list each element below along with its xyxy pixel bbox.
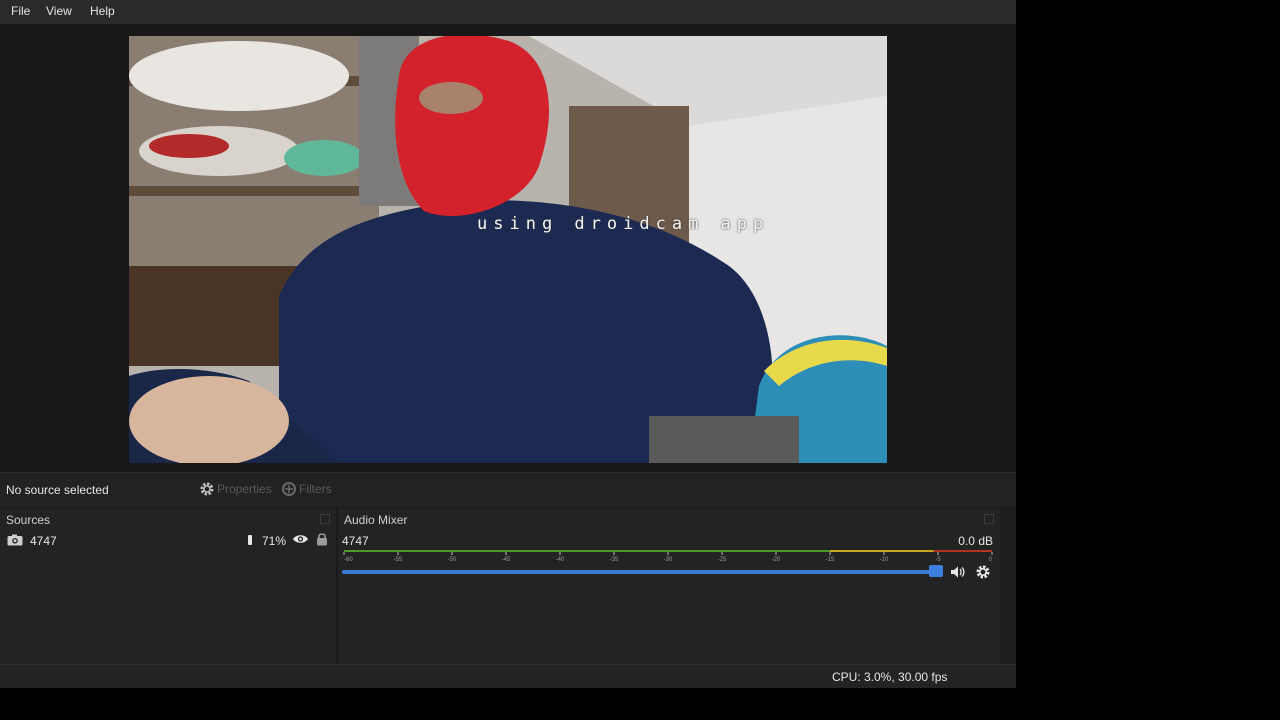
- watermark-text: using droidcam app: [477, 214, 770, 234]
- meter-tick-label: -40: [556, 557, 565, 563]
- volume-fader-track[interactable]: [342, 570, 942, 574]
- volume-fader-handle[interactable]: [929, 565, 943, 577]
- sources-title: Sources: [6, 513, 51, 527]
- battery-icon: [248, 535, 252, 545]
- meter-tick: [343, 552, 345, 555]
- mixer-scrollbar[interactable]: [1000, 508, 1016, 664]
- meter-tick: [883, 552, 885, 555]
- dock-float-icon[interactable]: [984, 514, 994, 524]
- meter-tick: [721, 552, 723, 555]
- dock-float-icon[interactable]: [320, 514, 330, 524]
- eye-icon[interactable]: [292, 533, 309, 545]
- meter-segment: [830, 550, 934, 552]
- meter-tick: [505, 552, 507, 555]
- no-source-label: No source selected: [6, 483, 109, 497]
- properties-button[interactable]: Properties: [199, 481, 272, 497]
- camera-icon: [7, 534, 23, 546]
- meter-tick: [991, 552, 993, 555]
- audio-mixer-title: Audio Mixer: [344, 513, 408, 527]
- cpu-fps-status: CPU: 3.0%, 30.00 fps: [832, 670, 948, 684]
- meter-tick-label: -50: [448, 557, 457, 563]
- meter-tick-label: -15: [826, 557, 835, 563]
- meter-tick-label: -25: [718, 557, 727, 563]
- meter-tick: [829, 552, 831, 555]
- meter-tick: [775, 552, 777, 555]
- preview-scene: [129, 36, 887, 463]
- meter-segment: [933, 550, 992, 552]
- menu-bar: File View Help: [0, 0, 1016, 24]
- obs-window: File View Help using droidcam app No sou…: [0, 0, 1016, 688]
- channel-db-level: 0.0 dB: [958, 534, 993, 548]
- audio-mixer-dock: Audio Mixer 4747 0.0 dB -60 -55 -50 -45 -40-…: [338, 508, 1000, 664]
- meter-tick-label: -30: [664, 557, 673, 563]
- lock-icon[interactable]: [316, 532, 328, 546]
- meter-segment: [344, 550, 830, 552]
- speaker-icon[interactable]: [950, 564, 966, 580]
- filter-icon: [282, 482, 296, 496]
- source-toolbar: No source selected Properties Filters: [0, 472, 1016, 507]
- sources-dock: Sources 4747 71%: [0, 508, 336, 664]
- volume-meter: -60 -55 -50 -45 -40 -35 -30 -25 -20 -15 -10 -5 0: [343, 550, 993, 563]
- filters-button[interactable]: Filters: [281, 481, 332, 497]
- meter-tick: [559, 552, 561, 555]
- meter-tick: [613, 552, 615, 555]
- filters-label: Filters: [299, 482, 332, 496]
- camera-preview[interactable]: using droidcam app: [129, 36, 887, 463]
- meter-tick-label: -35: [610, 557, 619, 563]
- source-volume: 71%: [262, 534, 287, 548]
- meter-tick-label: -20: [772, 557, 781, 563]
- source-name: 4747: [30, 534, 57, 548]
- meter-tick-label: -5: [935, 557, 941, 563]
- meter-tick-label: -10: [880, 557, 889, 563]
- menu-help[interactable]: Help: [90, 4, 115, 18]
- channel-name: 4747: [342, 534, 369, 548]
- gear-icon: [200, 482, 214, 496]
- meter-tick-label: -55: [394, 557, 403, 563]
- menu-file[interactable]: File: [11, 4, 30, 18]
- status-bar: CPU: 3.0%, 30.00 fps: [0, 664, 1016, 688]
- meter-tick: [397, 552, 399, 555]
- meter-tick-label: 0: [989, 557, 993, 563]
- meter-tick-label: -60: [344, 557, 353, 563]
- meter-tick: [937, 552, 939, 555]
- menu-view[interactable]: View: [46, 4, 72, 18]
- meter-tick: [451, 552, 453, 555]
- source-item[interactable]: 4747 71%: [0, 532, 336, 550]
- properties-label: Properties: [217, 482, 272, 496]
- meter-tick-label: -45: [502, 557, 511, 563]
- gear-icon[interactable]: [975, 564, 991, 580]
- meter-tick: [667, 552, 669, 555]
